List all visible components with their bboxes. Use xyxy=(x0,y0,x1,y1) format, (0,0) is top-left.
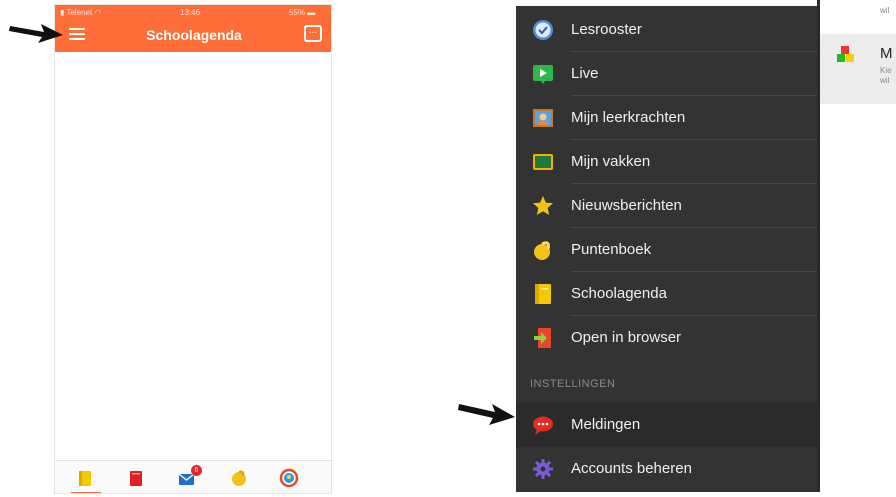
panel-card-desc: Kie wil xyxy=(880,66,896,86)
page-title: Schoolagenda xyxy=(146,27,242,43)
menu-item-puntenboek[interactable]: Puntenboek xyxy=(516,228,817,272)
menu-item-label: Lesrooster xyxy=(571,21,642,38)
battery-icon: ▬ xyxy=(307,8,316,17)
menu-item-accounts-beheren[interactable]: Accounts beheren xyxy=(516,447,817,491)
star-icon xyxy=(533,196,553,215)
menu-item-label: Accounts beheren xyxy=(571,460,692,477)
menu-item-live[interactable]: Live xyxy=(516,52,817,96)
panel-card-title: M xyxy=(880,45,893,62)
battery-label: 55% ▬ xyxy=(289,8,315,17)
menu-item-label: Schoolagenda xyxy=(571,285,667,302)
unread-badge: 6 xyxy=(191,465,202,476)
menu-edge xyxy=(817,0,820,492)
menu-item-mijn-leerkrachten[interactable]: Mijn leerkrachten xyxy=(516,96,817,140)
blackboard-icon xyxy=(533,154,553,170)
menu-item-label: Puntenboek xyxy=(571,241,652,258)
cubes-icon xyxy=(837,46,854,62)
gear-icon xyxy=(533,459,553,479)
battery-text: 55% xyxy=(289,8,306,17)
menu-item-label: Open in browser xyxy=(571,329,682,346)
open-browser-icon xyxy=(534,328,551,348)
teacher-icon xyxy=(533,109,553,127)
panel-desc-line: Kie xyxy=(880,66,892,75)
menu-item-schoolagenda[interactable]: Schoolagenda xyxy=(516,272,817,316)
phone-screen-left: ▮ Telenet ◠ 13:46 55% ▬ Schoolagenda ...… xyxy=(54,4,332,494)
side-menu: Lesrooster Live Mijn leerkrachten Mijn v… xyxy=(516,6,817,492)
menu-item-lesrooster[interactable]: Lesrooster xyxy=(516,8,817,52)
tab-bar: 6 xyxy=(55,460,331,493)
notes-icon[interactable]: ... xyxy=(304,25,322,42)
agenda-icon[interactable] xyxy=(75,468,95,488)
panel-text: wil xyxy=(880,6,890,15)
menu-item-label: Mijn leerkrachten xyxy=(571,109,686,126)
pointer-arrow-icon xyxy=(458,404,515,425)
live-play-icon xyxy=(533,65,553,84)
menu-item-nieuwsberichten[interactable]: Nieuwsberichten xyxy=(516,184,817,228)
agenda-icon xyxy=(535,284,551,304)
carrier-text: Telenet xyxy=(66,8,93,17)
menu-item-label: Nieuwsberichten xyxy=(571,197,682,214)
app-header: ▮ Telenet ◠ 13:46 55% ▬ Schoolagenda ... xyxy=(55,5,331,52)
panel-desc-line: wil xyxy=(880,76,890,85)
clock-icon xyxy=(533,20,553,40)
book-icon[interactable] xyxy=(126,468,146,488)
section-header-settings: INSTELLINGEN xyxy=(530,378,616,390)
menu-item-label: Live xyxy=(571,65,599,82)
profile-icon[interactable] xyxy=(279,468,299,488)
status-time: 13:46 xyxy=(180,8,201,17)
grades-icon[interactable] xyxy=(229,468,249,488)
menu-item-meldingen[interactable]: Meldingen xyxy=(516,403,817,447)
pointer-arrow-icon xyxy=(9,24,63,43)
active-tab-indicator xyxy=(71,492,101,493)
menu-item-label: Mijn vakken xyxy=(571,153,651,170)
wifi-icon: ◠ xyxy=(94,8,102,17)
grades-icon xyxy=(534,241,550,260)
chat-bubble-icon xyxy=(533,416,553,435)
menu-item-open-in-browser[interactable]: Open in browser xyxy=(516,316,817,360)
menu-item-label: Meldingen xyxy=(571,416,641,433)
menu-item-mijn-vakken[interactable]: Mijn vakken xyxy=(516,140,817,184)
